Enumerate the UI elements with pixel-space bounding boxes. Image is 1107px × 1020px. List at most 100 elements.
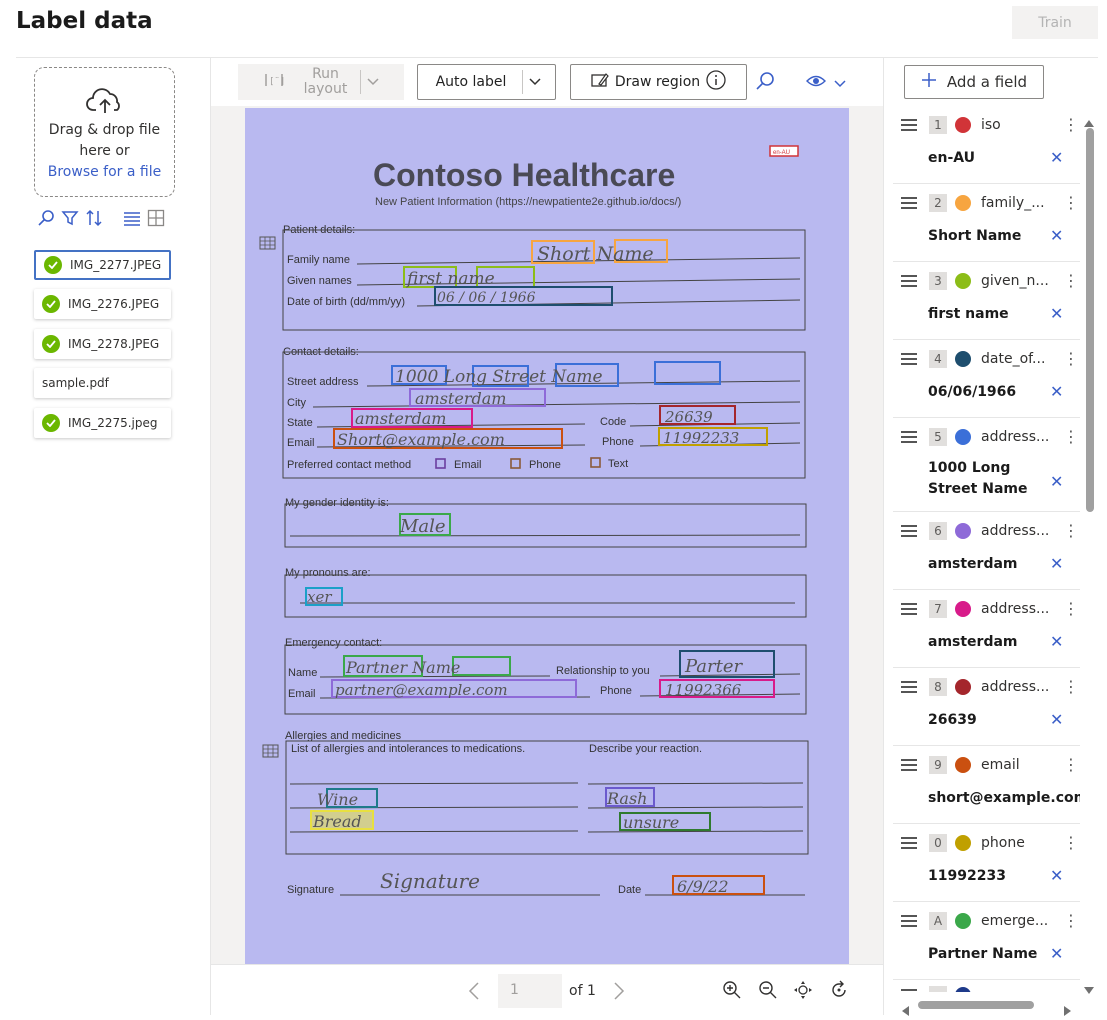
drag-handle-icon[interactable]: [901, 197, 917, 209]
field-color-dot[interactable]: [955, 117, 971, 133]
chevron-right-icon[interactable]: [613, 982, 625, 1004]
close-icon[interactable]: ✕: [1050, 382, 1063, 401]
more-options-icon[interactable]: ⋮: [1063, 117, 1079, 133]
scrollbar-thumb[interactable]: [1086, 128, 1094, 512]
field-item[interactable]: 7 address... ⋮ amsterdam ✕: [893, 590, 1080, 668]
browse-link[interactable]: Browse for a file: [35, 162, 174, 183]
drag-handle-icon[interactable]: [901, 119, 917, 131]
field-color-dot[interactable]: [955, 429, 971, 445]
close-icon[interactable]: ✕: [1050, 632, 1063, 651]
handwriting: Signature: [380, 869, 480, 893]
field-color-dot[interactable]: [955, 913, 971, 929]
field-item[interactable]: 4 date_of... ⋮ 06/06/1966 ✕: [893, 340, 1080, 418]
field-color-dot[interactable]: [955, 601, 971, 617]
sort-icon[interactable]: [84, 208, 104, 228]
field-item[interactable]: .: [893, 980, 1080, 992]
doc-title: Contoso Healthcare: [373, 157, 675, 193]
field-label: Family name: [287, 254, 350, 266]
drag-handle-icon[interactable]: [901, 603, 917, 615]
close-icon[interactable]: ✕: [1050, 866, 1063, 885]
field-item[interactable]: 2 family_... ⋮ Short Name ✕: [893, 184, 1080, 262]
run-layout-button[interactable]: [¨] Run layout: [238, 64, 404, 100]
filter-icon[interactable]: [60, 208, 80, 228]
field-color-dot[interactable]: [955, 273, 971, 289]
field-color-dot[interactable]: [955, 523, 971, 539]
more-options-icon[interactable]: ⋮: [1063, 273, 1079, 289]
scroll-right-icon[interactable]: [1064, 1001, 1072, 1020]
close-icon[interactable]: ✕: [1050, 472, 1063, 491]
close-icon[interactable]: ✕: [1050, 226, 1063, 245]
auto-label-button[interactable]: Auto label: [417, 64, 556, 100]
field-name: iso: [981, 117, 1001, 133]
drag-handle-icon[interactable]: [901, 681, 917, 693]
file-dropzone[interactable]: Drag & drop file here or Browse for a fi…: [34, 67, 175, 197]
field-item[interactable]: 6 address... ⋮ amsterdam ✕: [893, 512, 1080, 590]
more-options-icon[interactable]: ⋮: [1063, 679, 1079, 695]
field-color-dot[interactable]: [955, 195, 971, 211]
zoom-out-icon[interactable]: [758, 980, 778, 1004]
grid-view-icon[interactable]: [146, 208, 166, 228]
train-button[interactable]: Train: [1012, 6, 1098, 39]
close-icon[interactable]: ✕: [1050, 304, 1063, 323]
file-item[interactable]: IMG_2275.jpeg: [34, 408, 171, 438]
field-item[interactable]: 1 iso ⋮ en-AU ✕: [893, 106, 1080, 184]
file-item[interactable]: IMG_2277.JPEG: [34, 250, 171, 280]
more-options-icon[interactable]: ⋮: [1063, 913, 1079, 929]
more-options-icon[interactable]: ⋮: [1063, 601, 1079, 617]
drag-handle-icon[interactable]: [901, 353, 917, 365]
file-name: IMG_2278.JPEG: [68, 337, 160, 351]
chevron-down-icon[interactable]: [366, 74, 379, 90]
search-icon[interactable]: [755, 71, 775, 95]
field-item[interactable]: 3 given_n... ⋮ first name ✕: [893, 262, 1080, 340]
scrollbar-thumb[interactable]: [918, 1001, 1034, 1009]
fit-to-page-icon[interactable]: [793, 980, 813, 1004]
drag-handle-icon[interactable]: [901, 837, 917, 849]
file-item[interactable]: sample.pdf: [34, 368, 171, 398]
close-icon[interactable]: ✕: [1050, 710, 1063, 729]
file-list-toolbar: [36, 207, 166, 229]
chevron-left-icon[interactable]: [468, 982, 480, 1004]
file-item[interactable]: IMG_2276.JPEG: [34, 289, 171, 319]
search-icon[interactable]: [36, 208, 56, 228]
field-color-dot[interactable]: [955, 351, 971, 367]
checkmark-icon: [42, 414, 60, 432]
chevron-down-icon[interactable]: [529, 74, 541, 90]
scroll-left-icon[interactable]: [901, 1001, 909, 1020]
draw-region-button[interactable]: Draw region: [570, 64, 747, 100]
field-color-dot[interactable]: [955, 835, 971, 851]
document-image[interactable]: en-AU Contoso Healthcare New Patient Inf…: [245, 108, 849, 965]
zoom-in-icon[interactable]: [722, 980, 742, 1004]
rotate-icon[interactable]: [829, 980, 849, 1004]
field-item[interactable]: 8 address... ⋮ 26639 ✕: [893, 668, 1080, 746]
add-field-button[interactable]: Add a field: [904, 65, 1044, 99]
more-options-icon[interactable]: ⋮: [1063, 429, 1079, 445]
field-item[interactable]: 5 address... ⋮ 1000 Long Street Name ✕: [893, 418, 1080, 512]
more-options-icon[interactable]: ⋮: [1063, 757, 1079, 773]
field-color-dot[interactable]: [955, 679, 971, 695]
more-options-icon[interactable]: ⋮: [1063, 195, 1079, 211]
field-item[interactable]: 0 phone ⋮ 11992233 ✕: [893, 824, 1080, 902]
drag-handle-icon[interactable]: [901, 275, 917, 287]
close-icon[interactable]: ✕: [1050, 554, 1063, 573]
more-options-icon[interactable]: ⋮: [1063, 523, 1079, 539]
field-value: short@example.com: [928, 790, 1080, 806]
drag-handle-icon[interactable]: [901, 525, 917, 537]
close-icon[interactable]: ✕: [1050, 148, 1063, 167]
field-id: 1: [929, 116, 947, 134]
list-view-icon[interactable]: [122, 208, 142, 228]
scroll-down-icon[interactable]: [1084, 980, 1094, 999]
file-item[interactable]: IMG_2278.JPEG: [34, 329, 171, 359]
drag-handle-icon[interactable]: [901, 431, 917, 443]
info-icon[interactable]: [706, 70, 726, 94]
more-options-icon[interactable]: ⋮: [1063, 351, 1079, 367]
close-icon[interactable]: ✕: [1050, 944, 1063, 963]
more-options-icon[interactable]: ⋮: [1063, 835, 1079, 851]
drag-handle-icon[interactable]: [901, 759, 917, 771]
field-color-dot[interactable]: [955, 757, 971, 773]
view-options[interactable]: [806, 73, 846, 92]
field-item[interactable]: Aemerge... ⋮ Partner Name ✕: [893, 902, 1080, 980]
drag-handle-icon[interactable]: [901, 915, 917, 927]
handwriting: amsterdam: [415, 389, 506, 408]
page-number-input[interactable]: 1: [498, 974, 562, 1008]
field-item[interactable]: 9 email ⋮ short@example.com: [893, 746, 1080, 824]
